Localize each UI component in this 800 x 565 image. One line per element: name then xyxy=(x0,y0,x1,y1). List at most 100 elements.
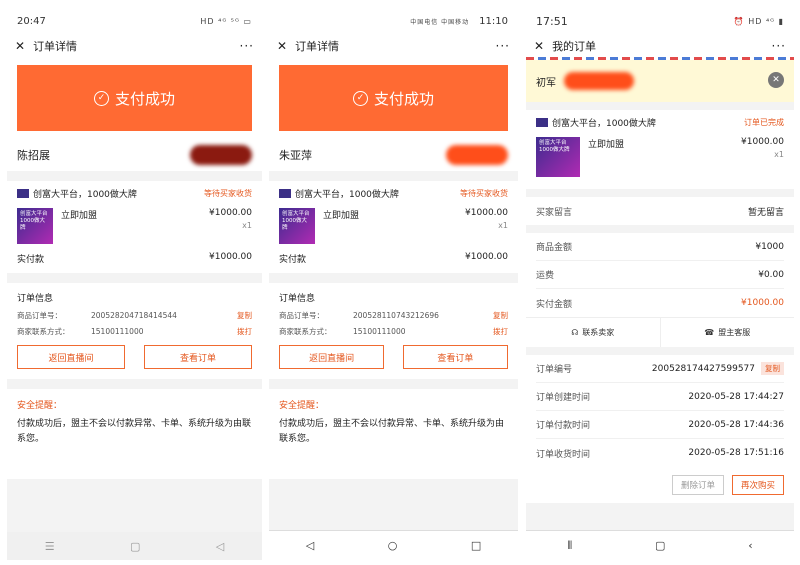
nav-bar: ✕ 我的订单 ··· xyxy=(526,35,794,57)
view-order-button[interactable]: 查看订单 xyxy=(402,345,508,369)
product-price: ¥1000.00 xyxy=(465,208,508,218)
shop-name[interactable]: 创富大平台，1000做大牌 xyxy=(33,187,137,200)
status-time: 20:47 xyxy=(17,16,46,27)
product-name: 立即加盟 xyxy=(323,211,360,221)
rebuy-button[interactable]: 再次购买 xyxy=(731,475,784,495)
home-icon[interactable]: ▢ xyxy=(655,539,665,552)
close-icon[interactable]: ✕ xyxy=(15,39,25,53)
status-icons: ⏰ HD ⁴ᴳ ▮ xyxy=(733,17,784,26)
created-time-row: 订单创建时间 2020-05-28 17:44:27 xyxy=(536,383,784,411)
phone-icon: ☎ xyxy=(704,328,715,337)
recents-icon[interactable]: ⦀ xyxy=(567,539,572,553)
order-no-row: 商品订单号： 200528204718414544 复制 xyxy=(17,310,252,321)
shop-name[interactable]: 创富大平台，1000做大牌 xyxy=(295,187,399,200)
status-icons: HD ⁴ᴳ ⁵ᴳ ▭ xyxy=(200,17,252,26)
product-thumbnail: 创富大平台 1000做大牌 xyxy=(279,208,315,244)
product-qty: x1 xyxy=(242,221,252,230)
shop-row: 创富大平台，1000做大牌 等待买家收货 xyxy=(279,187,508,200)
safety-title: 安全提醒： xyxy=(17,401,63,411)
product-qty: x1 xyxy=(774,150,784,159)
shipping-label: 运费 xyxy=(536,271,555,281)
created-time-label: 订单创建时间 xyxy=(536,393,591,403)
safety-notice: 安全提醒： 付款成功后，盟主不会以付款异常、卡单、系统升级为由联系您。 xyxy=(7,389,262,479)
status-time: 11:10 xyxy=(479,16,508,27)
paid-amount-row: 实付金额 ¥1000.00 xyxy=(536,289,784,317)
delete-order-button[interactable]: 删除订单 xyxy=(671,475,724,495)
menu-icon[interactable]: ☰ xyxy=(45,540,55,553)
order-status: 等待买家收货 xyxy=(204,189,252,198)
phone-screenshot-3: 17:51 ⏰ HD ⁴ᴳ ▮ ✕ 我的订单 ··· 初军 ✕ 创富大平台，10… xyxy=(526,8,794,560)
buyer-message-row: 买家留言 暂无留言 xyxy=(536,197,784,225)
paid-value: ¥1000.00 xyxy=(465,252,508,262)
shop-row: 创富大平台，1000做大牌 等待买家收货 xyxy=(17,187,252,200)
order-status: 订单已完成 xyxy=(744,118,784,127)
recents-icon[interactable]: □ xyxy=(471,539,481,552)
contact-label: 商家联系方式： xyxy=(279,327,332,336)
status-bar: 20:47 HD ⁴ᴳ ⁵ᴳ ▭ xyxy=(7,8,262,35)
contact-phone: 15100111000 xyxy=(91,327,144,336)
copy-button[interactable]: 复制 xyxy=(237,310,252,321)
paid-row: 实付款 ¥1000.00 xyxy=(279,252,508,267)
order-status: 等待买家收货 xyxy=(460,189,508,198)
more-icon[interactable]: ··· xyxy=(772,39,786,53)
page-title: 订单详情 xyxy=(295,40,340,53)
product-name: 立即加盟 xyxy=(61,211,98,221)
contact-row: 商家联系方式： 15100111000 拨打 xyxy=(17,326,252,337)
success-banner: ✓ 支付成功 xyxy=(17,65,252,131)
paid-amount-label: 实付金额 xyxy=(536,299,573,310)
product-qty: x1 xyxy=(498,221,508,230)
product-thumbnail: 创富大平台 1000做大牌 xyxy=(536,137,580,177)
support-label: 盟主客服 xyxy=(718,328,751,337)
check-circle-icon: ✓ xyxy=(352,90,368,106)
headset-icon: ☊ xyxy=(571,328,579,337)
copy-button[interactable]: 复制 xyxy=(493,310,508,321)
home-icon[interactable]: ○ xyxy=(388,539,398,552)
back-icon[interactable]: ◁ xyxy=(306,539,314,552)
nav-bar: ✕ 订单详情 ··· xyxy=(269,35,518,57)
back-to-live-button[interactable]: 返回直播间 xyxy=(279,345,385,369)
buyer-row: 陈招展 xyxy=(17,131,252,165)
goods-amount-row: 商品金额 ¥1000 xyxy=(536,233,784,261)
order-card: 创富大平台，1000做大牌 等待买家收货 创富大平台 1000做大牌 立即加盟 … xyxy=(7,181,262,273)
paid-time-row: 订单付款时间 2020-05-28 17:44:36 xyxy=(536,411,784,439)
home-icon[interactable]: ▢ xyxy=(130,540,140,553)
product-row[interactable]: 创富大平台 1000做大牌 立即加盟 ¥1000.00 x1 xyxy=(279,208,508,244)
paid-time: 2020-05-28 17:44:36 xyxy=(688,419,784,430)
copy-button[interactable]: 复制 xyxy=(761,362,784,375)
order-no-label: 商品订单号： xyxy=(279,311,324,320)
order-info: 订单信息 商品订单号： 200528204718414544 复制 商家联系方式… xyxy=(7,283,262,379)
contact-seller-button[interactable]: ☊ 联系卖家 xyxy=(526,318,660,347)
order-no-label: 商品订单号： xyxy=(17,311,62,320)
redacted-area xyxy=(190,145,252,165)
product-row[interactable]: 创富大平台 1000做大牌 立即加盟 ¥1000.00 x1 xyxy=(536,137,784,183)
order-no-label: 订单编号 xyxy=(536,365,573,375)
more-icon[interactable]: ··· xyxy=(240,39,254,53)
product-row[interactable]: 创富大平台 1000做大牌 立即加盟 ¥1000.00 x1 xyxy=(17,208,252,244)
close-circle-icon[interactable]: ✕ xyxy=(768,72,784,88)
order-no-row: 商品订单号： 200528110743212696 复制 xyxy=(279,310,508,321)
more-icon[interactable]: ··· xyxy=(496,39,510,53)
buyer-row: 朱亚萍 xyxy=(279,131,508,165)
shipping-row: 运费 ¥0.00 xyxy=(536,261,784,289)
payment-hero: ✓ 支付成功 陈招展 xyxy=(7,57,262,171)
back-to-live-button[interactable]: 返回直播间 xyxy=(17,345,126,369)
back-icon[interactable]: ‹ xyxy=(748,539,752,552)
close-icon[interactable]: ✕ xyxy=(534,39,544,53)
page-title: 我的订单 xyxy=(552,40,597,53)
contact-seller-label: 联系卖家 xyxy=(582,328,615,337)
call-button[interactable]: 拨打 xyxy=(237,326,252,337)
order-no: 200528204718414544 xyxy=(91,311,177,320)
order-meta-block: 订单编号 200528174427599577 复制 订单创建时间 2020-05… xyxy=(526,355,794,467)
close-icon[interactable]: ✕ xyxy=(277,39,287,53)
back-icon[interactable]: ◁ xyxy=(216,540,224,553)
goods-amount-value: ¥1000 xyxy=(755,241,784,252)
call-button[interactable]: 拨打 xyxy=(493,326,508,337)
buyer-message-label: 买家留言 xyxy=(536,207,573,218)
paid-time-label: 订单付款时间 xyxy=(536,421,591,431)
shop-logo-icon xyxy=(279,189,291,198)
shop-name[interactable]: 创富大平台，1000做大牌 xyxy=(552,116,656,129)
support-button[interactable]: ☎ 盟主客服 xyxy=(659,318,795,347)
safety-notice: 安全提醒： 付款成功后，盟主不会以付款异常、卡单、系统升级为由联系您。 xyxy=(269,389,518,479)
view-order-button[interactable]: 查看订单 xyxy=(143,345,252,369)
safety-title: 安全提醒： xyxy=(279,401,325,411)
